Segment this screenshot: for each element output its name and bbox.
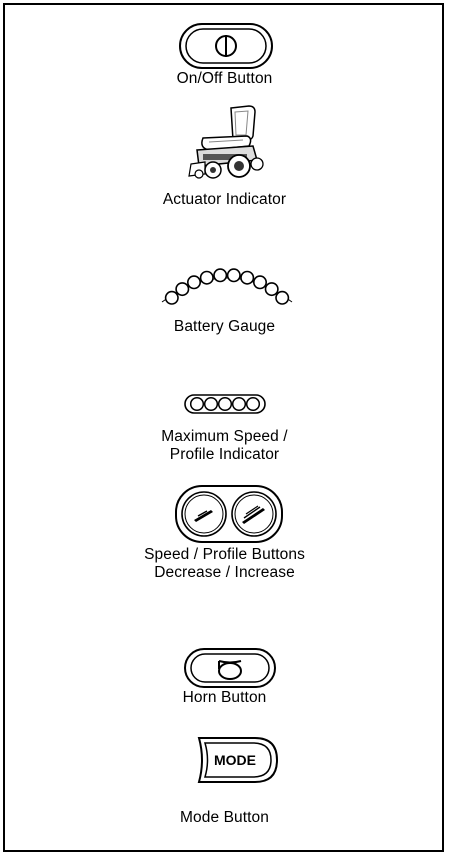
speed-profile-buttons bbox=[174, 484, 284, 544]
speed-segment bbox=[189, 396, 205, 412]
battery-segment bbox=[213, 268, 228, 283]
max-speed-label-1: Maximum Speed / bbox=[161, 428, 288, 445]
max-speed-label-2: Profile Indicator bbox=[169, 446, 280, 463]
on-off-button[interactable] bbox=[178, 22, 274, 70]
horn-button[interactable] bbox=[183, 647, 277, 689]
speed-segment bbox=[217, 396, 233, 412]
wheelchair-icon bbox=[183, 102, 269, 184]
battery-segment bbox=[199, 270, 214, 285]
battery-gauge-icon bbox=[154, 258, 300, 308]
battery-label: Battery Gauge bbox=[173, 318, 276, 335]
battery-segment bbox=[164, 290, 179, 305]
battery-segment bbox=[253, 275, 268, 290]
speed-increase-button bbox=[231, 491, 277, 537]
speed-indicator-icon bbox=[184, 393, 266, 415]
battery-segment bbox=[226, 268, 241, 283]
battery-segment bbox=[175, 282, 190, 297]
battery-segment bbox=[186, 275, 201, 290]
speed-decrease-button bbox=[181, 491, 227, 537]
mode-label: Mode Button bbox=[180, 809, 269, 826]
speed-buttons-label-2: Decrease / Increase bbox=[154, 564, 295, 581]
on-off-label: On/Off Button bbox=[176, 70, 273, 87]
speed-buttons-label-1: Speed / Profile Buttons bbox=[144, 546, 305, 563]
speed-segment bbox=[245, 396, 261, 412]
speed-segment bbox=[203, 396, 219, 412]
actuator-label: Actuator Indicator bbox=[162, 191, 287, 208]
speed-segment bbox=[231, 396, 247, 412]
mode-button[interactable]: MODE bbox=[195, 734, 281, 786]
mode-button-text: MODE bbox=[214, 752, 256, 768]
battery-segment bbox=[275, 290, 290, 305]
battery-segment bbox=[264, 282, 279, 297]
horn-label: Horn Button bbox=[182, 689, 267, 706]
battery-segment bbox=[240, 270, 255, 285]
